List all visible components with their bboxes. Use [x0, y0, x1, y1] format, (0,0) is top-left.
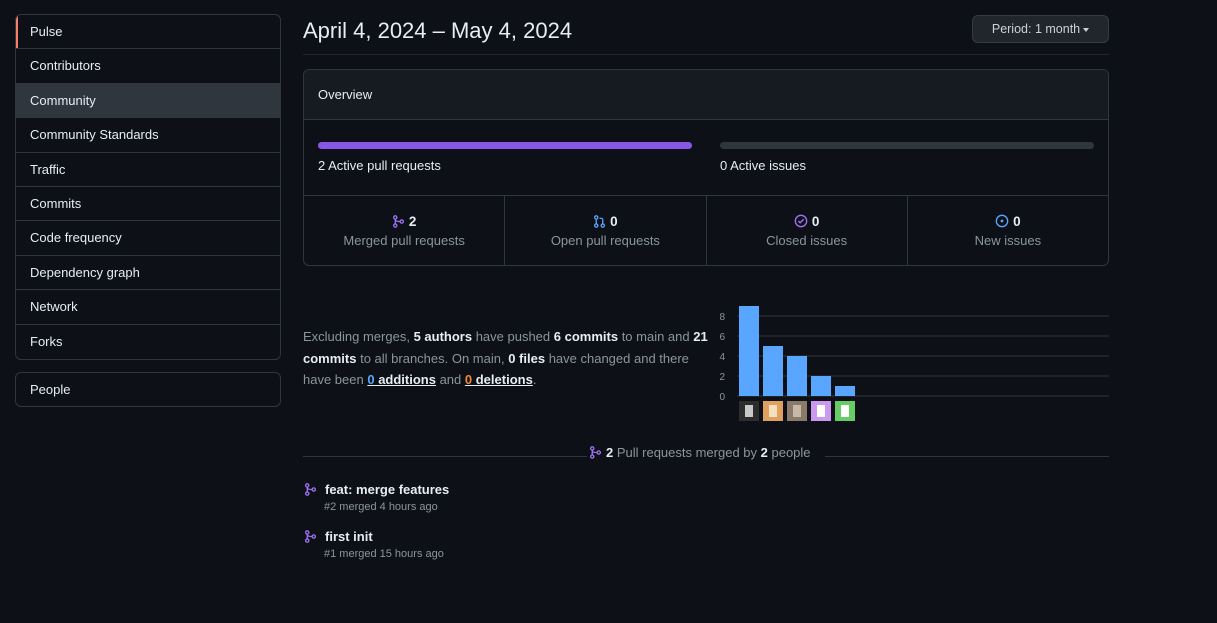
pr-divider-left — [303, 456, 587, 457]
deletions-link[interactable]: 0 deletions — [465, 372, 533, 387]
stat-value: 0 — [1013, 214, 1021, 229]
active-prs-label[interactable]: 2 Active pull requests — [318, 158, 441, 173]
commits-summary: Excluding merges, 5 authors have pushed … — [303, 326, 713, 391]
pr-meta: #1 merged 15 hours ago — [324, 548, 444, 560]
prs-merged-summary: 2 Pull requests merged by 2 people — [587, 445, 813, 460]
stat-new-issues[interactable]: 0 New issues — [908, 196, 1108, 265]
commits-count: 6 commits — [553, 329, 619, 344]
y-tick-label: 4 — [719, 352, 725, 363]
summary-text: . — [532, 372, 537, 387]
authors-count: 5 authors — [413, 329, 473, 344]
sidebar-item-dependency-graph[interactable]: Dependency graph — [16, 256, 280, 291]
sidebar-item-contributors[interactable]: Contributors — [16, 49, 280, 84]
summary-text: Excluding merges, — [303, 329, 414, 344]
overview-panel: Overview 2 Active pull requests 0 Active… — [303, 69, 1109, 266]
git-merge-icon — [392, 215, 404, 228]
git-pull-request-icon — [594, 215, 606, 228]
additions-count: 0 — [367, 372, 375, 387]
avatar-pattern — [841, 405, 849, 417]
caret-down-icon — [1083, 27, 1090, 32]
stat-closed-issues[interactable]: 0 Closed issues — [707, 196, 908, 265]
header-divider — [303, 54, 1109, 55]
active-issues-bar[interactable] — [720, 142, 1094, 149]
people-count: 2 — [760, 445, 768, 460]
stat-value: 2 — [408, 214, 417, 229]
sidebar-item-pulse[interactable]: Pulse — [16, 15, 280, 50]
y-tick-label: 0 — [719, 392, 725, 403]
stat-open-prs[interactable]: 0 Open pull requests — [505, 196, 707, 265]
summary-text: and — [435, 372, 465, 387]
sidebar-item-community[interactable]: Community — [16, 83, 280, 119]
sidebar-item-network[interactable]: Network — [16, 290, 280, 325]
period-dropdown-button[interactable]: Period: 1 month — [972, 15, 1109, 43]
issue-closed-icon — [794, 214, 808, 228]
stat-merged-prs[interactable]: 2 Merged pull requests — [304, 196, 506, 265]
issue-opened-icon — [995, 214, 1009, 228]
summary-text: Pull requests merged by — [613, 445, 761, 460]
pr-divider-right — [825, 456, 1109, 457]
stat-value: 0 — [610, 214, 618, 229]
list-item: feat: merge features #2 merged 4 hours a… — [303, 482, 449, 513]
sidebar-item-forks[interactable]: Forks — [16, 325, 280, 359]
overview-progress-section: 2 Active pull requests 0 Active issues — [304, 120, 1108, 196]
chart-bar[interactable] — [763, 346, 783, 396]
commits-by-author-chart: 0 2 4 6 8 — [719, 306, 1109, 421]
sidebar-item-commits[interactable]: Commits — [16, 187, 280, 222]
git-merge-icon — [589, 446, 602, 459]
summary-text: people — [767, 445, 811, 460]
files-count: 0 files — [508, 350, 546, 366]
sidebar-item-code-frequency[interactable]: Code frequency — [16, 221, 280, 256]
git-merge-icon — [304, 530, 317, 543]
active-prs-bar-fill — [318, 142, 692, 149]
sidebar-item-traffic[interactable]: Traffic — [16, 153, 280, 187]
y-tick-label: 8 — [719, 312, 725, 323]
deletions-word: deletions — [472, 372, 533, 387]
period-value: 1 month — [1034, 22, 1081, 36]
stat-label: Closed issues — [766, 233, 848, 248]
active-issues-label[interactable]: 0 Active issues — [720, 158, 806, 173]
summary-text: have pushed — [472, 329, 554, 344]
git-merge-icon — [304, 483, 317, 496]
stat-label: Merged pull requests — [343, 233, 465, 248]
chart-bar[interactable] — [787, 356, 807, 396]
y-tick-label: 6 — [719, 332, 725, 343]
sidebar-item-people[interactable]: People — [15, 372, 281, 407]
overview-stats: 2 Merged pull requests 0 Open pull reque… — [304, 196, 1108, 265]
y-tick-label: 2 — [719, 372, 725, 383]
overview-title: Overview — [304, 70, 1108, 120]
avatar-pattern — [745, 405, 753, 417]
pr-title-link[interactable]: feat: merge features — [325, 482, 449, 497]
chart-bar[interactable] — [739, 306, 759, 396]
insights-sidebar: Pulse Contributors Community Community S… — [15, 14, 281, 360]
additions-word: additions — [374, 372, 436, 387]
avatar-pattern — [793, 405, 801, 417]
active-prs-bar[interactable] — [318, 142, 692, 149]
pr-meta: #2 merged 4 hours ago — [324, 501, 438, 513]
summary-text: to all branches. On main, — [356, 350, 509, 366]
chart-bar[interactable] — [835, 386, 855, 396]
summary-text: to main and — [618, 329, 694, 344]
page-title: April 4, 2024 – May 4, 2024 — [303, 18, 573, 43]
pr-title-link[interactable]: first init — [325, 529, 444, 544]
stat-label: New issues — [974, 233, 1042, 248]
stat-label: Open pull requests — [550, 233, 660, 248]
avatar-pattern — [769, 405, 777, 417]
sidebar-item-community-standards[interactable]: Community Standards — [16, 118, 280, 153]
chart-bar[interactable] — [811, 376, 831, 396]
additions-link[interactable]: 0 additions — [367, 372, 436, 387]
list-item: first init #1 merged 15 hours ago — [303, 529, 444, 560]
period-label: Period: — [991, 22, 1035, 36]
avatar-pattern — [817, 405, 825, 417]
stat-value: 0 — [811, 214, 820, 229]
